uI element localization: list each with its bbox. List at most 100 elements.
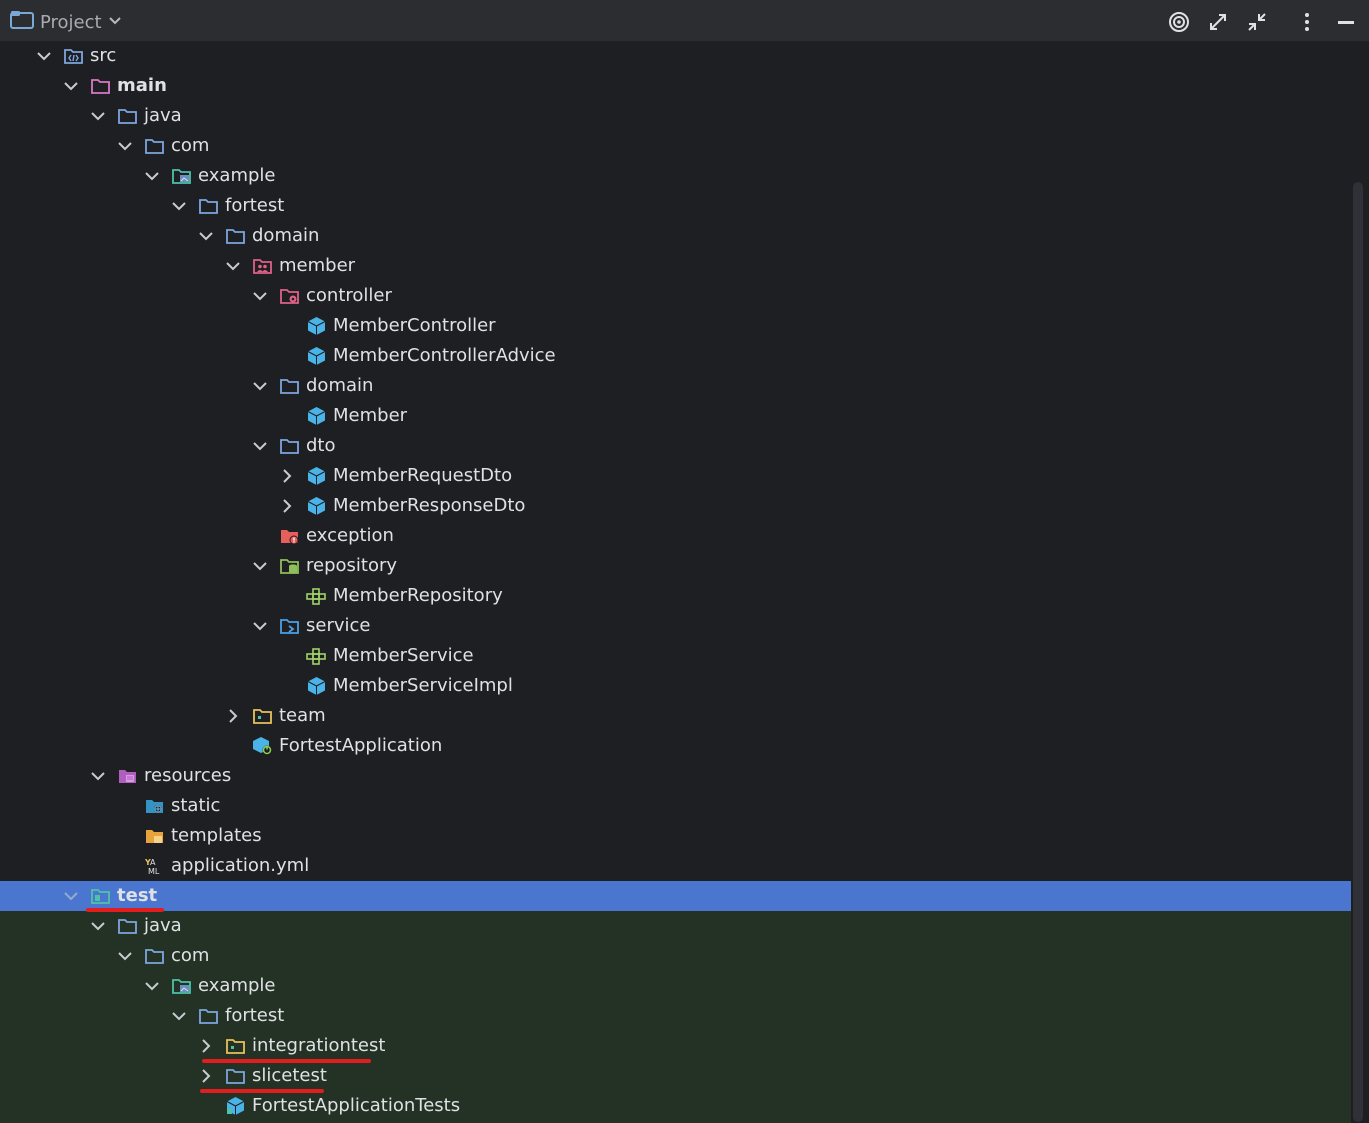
chevron-down-icon[interactable] [144, 168, 160, 184]
tree-item-label: member [279, 255, 356, 276]
chevron-down-icon[interactable] [171, 1008, 187, 1024]
tree-row-example[interactable]: example [0, 971, 1351, 1001]
tree-row-fortest[interactable]: fortest [0, 1001, 1351, 1031]
tree-row-memberrepository[interactable]: MemberRepository [0, 581, 1351, 611]
tree-item-label: dto [306, 435, 336, 456]
tree-row-memberservice[interactable]: MemberService [0, 641, 1351, 671]
tree-row-domain[interactable]: domain [0, 221, 1351, 251]
tree-row-membercontroller[interactable]: MemberController [0, 311, 1351, 341]
svg-text:ML: ML [148, 867, 160, 876]
tree-row-team[interactable]: team [0, 701, 1351, 731]
tree-row-fortestapplication[interactable]: FortestApplication [0, 731, 1351, 761]
tree-item-label: fortest [225, 195, 285, 216]
chevron-right-icon[interactable] [225, 708, 241, 724]
tree-item-label: fortest [225, 1005, 285, 1026]
tree-item-label: domain [252, 225, 320, 246]
folder-icon [144, 946, 165, 966]
folder-icon [117, 916, 138, 936]
exception-folder-icon [279, 526, 300, 546]
chevron-down-icon[interactable] [144, 978, 160, 994]
tree-item-label: java [144, 915, 182, 936]
tree-row-service[interactable]: service [0, 611, 1351, 641]
tree-row-fortest[interactable]: fortest [0, 191, 1351, 221]
expand-icon[interactable] [1206, 10, 1230, 34]
tree-item-label: MemberService [333, 645, 474, 666]
image-folder-icon [171, 166, 192, 186]
tree-row-test[interactable]: test [0, 881, 1366, 911]
tree-row-application-yml[interactable]: Y A ML application.yml [0, 851, 1351, 881]
tree-row-fortestapplicationtests[interactable]: FortestApplicationTests [0, 1091, 1351, 1121]
tree-item-label: MemberController [333, 315, 496, 336]
folder-icon [198, 196, 219, 216]
tree-item-label: MemberControllerAdvice [333, 345, 556, 366]
tree-item-label: example [198, 975, 276, 996]
tree-row-member[interactable]: Member [0, 401, 1351, 431]
tree-row-controller[interactable]: controller [0, 281, 1351, 311]
tree-row-integrationtest[interactable]: integrationtest [0, 1031, 1351, 1061]
chevron-down-icon[interactable] [252, 438, 268, 454]
tree-row-src[interactable]: src [0, 41, 1351, 71]
tree-item-label: com [171, 945, 210, 966]
tree-row-com[interactable]: com [0, 131, 1351, 161]
tree-item-label: src [90, 45, 117, 66]
collapse-icon[interactable] [1245, 10, 1269, 34]
chevron-down-icon[interactable] [90, 108, 106, 124]
minimize-icon[interactable] [1334, 10, 1358, 34]
resources-folder-icon [117, 766, 138, 786]
chevron-down-icon[interactable] [171, 198, 187, 214]
tree-row-member[interactable]: member [0, 251, 1351, 281]
chevron-right-icon[interactable] [198, 1038, 214, 1054]
image-folder-icon [171, 976, 192, 996]
spring-app-icon [252, 736, 273, 756]
chevron-down-icon[interactable] [225, 258, 241, 274]
more-vert-icon[interactable] [1295, 10, 1319, 34]
tree-row-memberresponsedto[interactable]: MemberResponseDto [0, 491, 1351, 521]
tool-window-header: Project [0, 0, 1369, 42]
tree-item-label: static [171, 795, 221, 816]
folder-icon [198, 1006, 219, 1026]
project-view-selector[interactable]: Project [10, 9, 122, 35]
chevron-down-icon[interactable] [63, 888, 79, 904]
chevron-right-icon[interactable] [198, 1068, 214, 1084]
tree-row-static[interactable]: static [0, 791, 1351, 821]
database-folder-icon [279, 556, 300, 576]
tree-row-memberserviceimpl[interactable]: MemberServiceImpl [0, 671, 1351, 701]
tree-row-com[interactable]: com [0, 941, 1351, 971]
scrollbar-thumb[interactable] [1353, 182, 1363, 1122]
chevron-down-icon[interactable] [198, 228, 214, 244]
tree-row-example[interactable]: example [0, 161, 1351, 191]
chevron-right-icon[interactable] [279, 468, 295, 484]
chevron-down-icon[interactable] [252, 558, 268, 574]
project-folder-icon [10, 10, 34, 34]
tree-row-templates[interactable]: templates [0, 821, 1351, 851]
tree-row-domain[interactable]: domain [0, 371, 1351, 401]
chevron-down-icon[interactable] [117, 138, 133, 154]
chevron-down-icon[interactable] [252, 288, 268, 304]
tree-row-resources[interactable]: resources [0, 761, 1351, 791]
project-title: Project [40, 11, 102, 33]
tree-row-java[interactable]: java [0, 911, 1351, 941]
folder-icon [225, 1066, 246, 1086]
yellow-folder-icon [225, 1036, 246, 1056]
tree-row-java[interactable]: java [0, 101, 1351, 131]
tree-item-label: Member [333, 405, 408, 426]
chevron-down-icon[interactable] [117, 948, 133, 964]
yellow-folder-icon [252, 706, 273, 726]
service-folder-icon [279, 616, 300, 636]
tree-row-main[interactable]: main [0, 71, 1351, 101]
tree-row-dto[interactable]: dto [0, 431, 1351, 461]
chevron-down-icon[interactable] [90, 768, 106, 784]
chevron-down-icon[interactable] [90, 918, 106, 934]
chevron-down-icon[interactable] [63, 78, 79, 94]
tree-row-exception[interactable]: exception [0, 521, 1351, 551]
tree-row-memberrequestdto[interactable]: MemberRequestDto [0, 461, 1351, 491]
folder-icon [144, 136, 165, 156]
chevron-down-icon[interactable] [36, 48, 52, 64]
chevron-right-icon[interactable] [279, 498, 295, 514]
tree-row-repository[interactable]: repository [0, 551, 1351, 581]
tree-row-membercontrolleradvice[interactable]: MemberControllerAdvice [0, 341, 1351, 371]
chevron-down-icon[interactable] [252, 618, 268, 634]
target-icon[interactable] [1167, 10, 1191, 34]
chevron-down-icon[interactable] [252, 378, 268, 394]
tree-row-slicetest[interactable]: slicetest [0, 1061, 1351, 1091]
